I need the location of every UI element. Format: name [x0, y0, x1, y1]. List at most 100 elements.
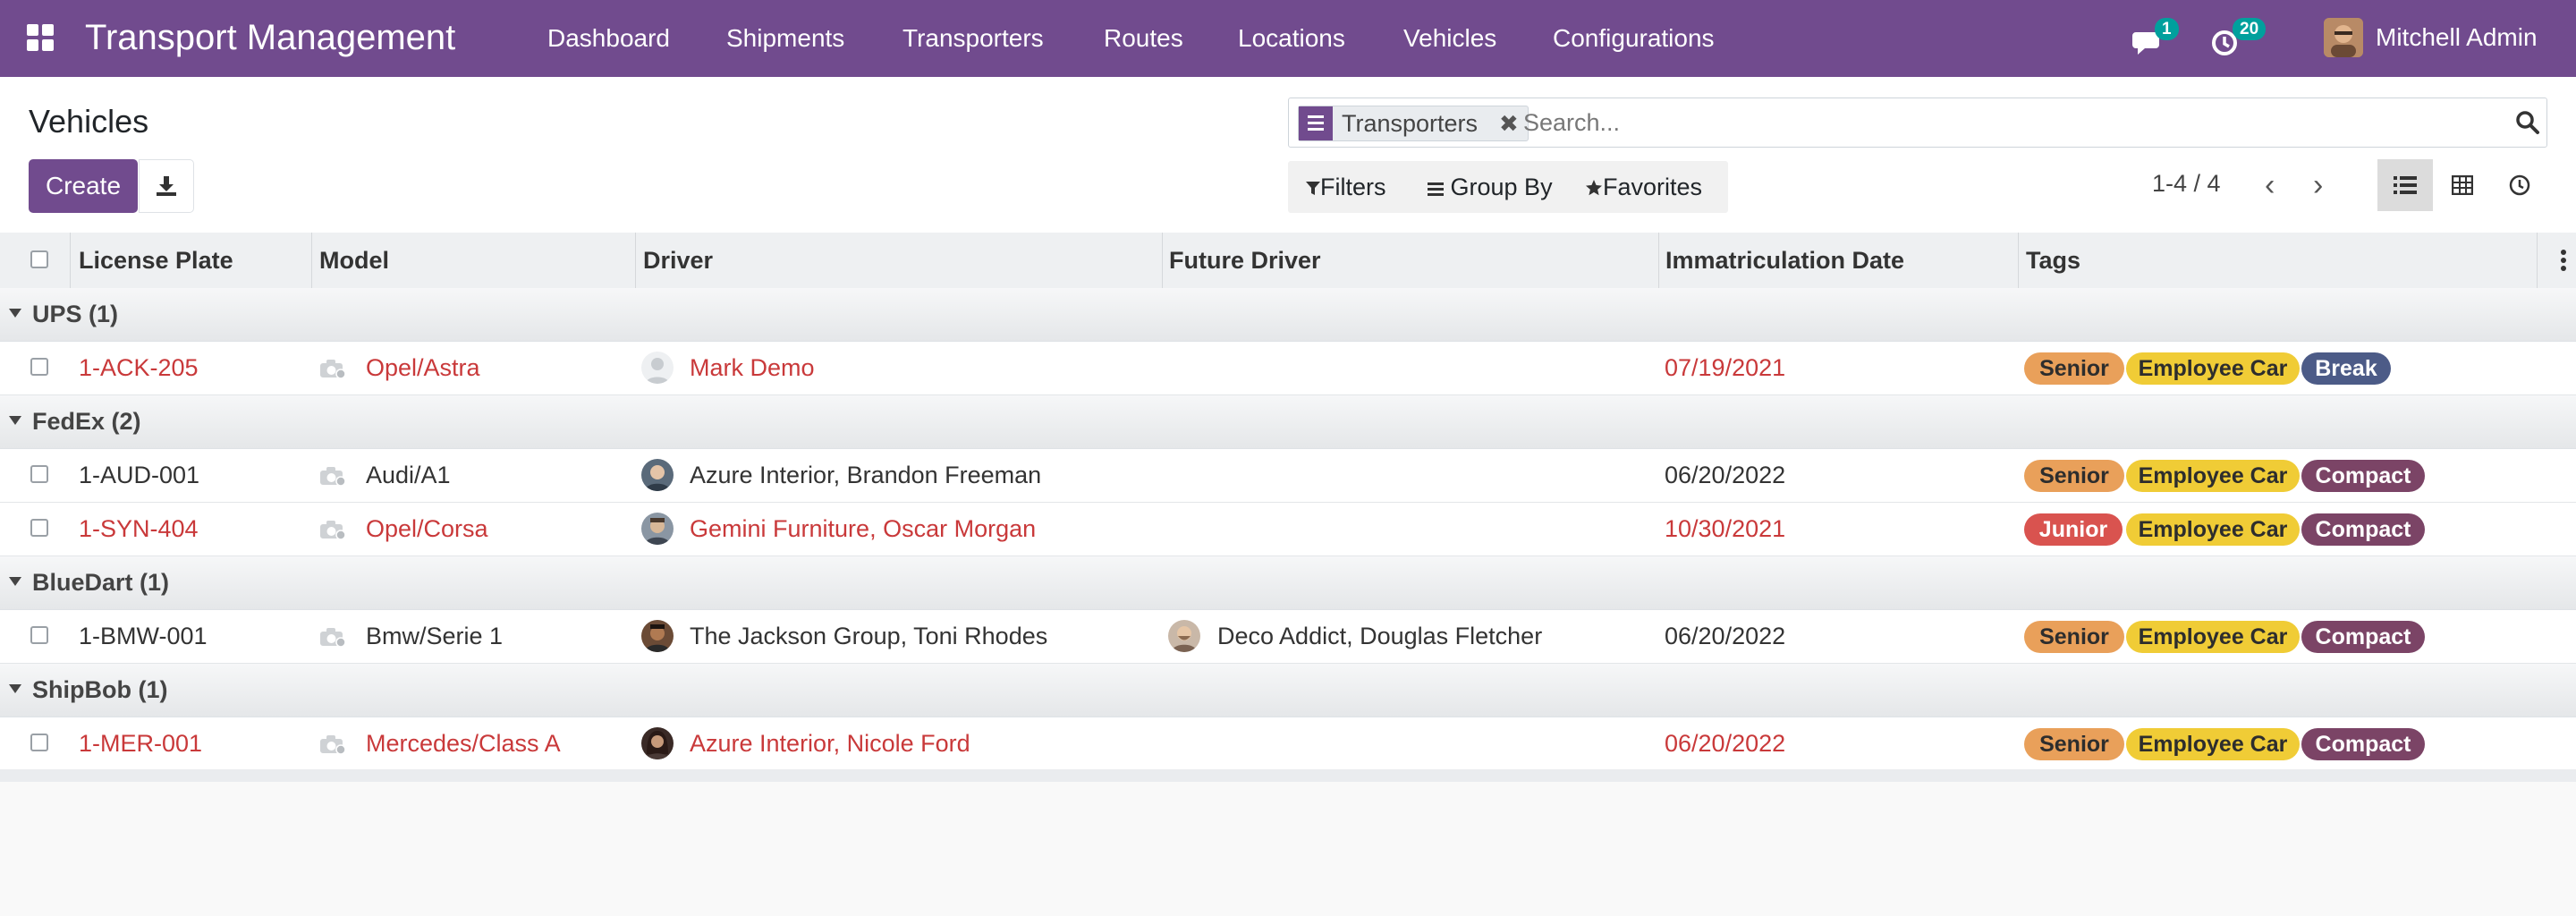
- menu-transporters[interactable]: Transporters: [902, 23, 1044, 54]
- camera-icon: [320, 628, 346, 648]
- license-plate-cell: 1-ACK-205: [79, 354, 199, 381]
- messages-button[interactable]: 1: [2132, 18, 2186, 59]
- tag-senior: Senior: [2024, 728, 2124, 760]
- facet-remove-icon[interactable]: ✖: [1499, 108, 1519, 139]
- bars-icon: [1428, 182, 1444, 196]
- tag-employee-car: Employee Car: [2126, 621, 2300, 653]
- date-cell: 10/30/2021: [1665, 515, 1786, 542]
- tag-break: Break: [2301, 352, 2391, 385]
- row-checkbox[interactable]: [30, 358, 48, 376]
- select-all-checkbox[interactable]: [30, 250, 48, 268]
- tag-compact: Compact: [2301, 728, 2425, 760]
- table-row[interactable]: 1-ACK-205 Opel/Astra Mark Demo 07/19/202…: [0, 342, 2576, 395]
- driver-cell: Azure Interior, Nicole Ford: [690, 730, 970, 757]
- license-plate-cell: 1-AUD-001: [79, 462, 200, 488]
- search-box: Transporters ✖: [1288, 98, 2547, 148]
- tag-employee-car: Employee Car: [2126, 352, 2300, 385]
- activities-button[interactable]: 20: [2211, 18, 2283, 59]
- menu-vehicles[interactable]: Vehicles: [1403, 23, 1496, 54]
- driver-cell: The Jackson Group, Toni Rhodes: [690, 623, 1048, 649]
- group-label: UPS (1): [32, 301, 119, 327]
- tag-compact: Compact: [2301, 513, 2425, 546]
- apps-grid-icon[interactable]: [27, 24, 55, 53]
- menu-routes[interactable]: Routes: [1104, 23, 1183, 54]
- column-license-plate[interactable]: License Plate: [79, 245, 233, 276]
- pager-previous[interactable]: ‹: [2265, 170, 2275, 200]
- group-by-button[interactable]: Group By: [1428, 172, 1553, 202]
- kebab-icon[interactable]: [2560, 249, 2567, 272]
- column-immatriculation-date[interactable]: Immatriculation Date: [1665, 245, 1904, 276]
- page-title: Vehicles: [29, 103, 149, 140]
- create-button[interactable]: Create: [29, 159, 138, 213]
- tag-compact: Compact: [2301, 460, 2425, 492]
- view-switcher: [2377, 159, 2547, 211]
- column-tags[interactable]: Tags: [2026, 245, 2080, 276]
- camera-icon: [320, 467, 346, 487]
- tag-senior: Senior: [2024, 352, 2124, 385]
- driver-cell: Mark Demo: [690, 354, 815, 381]
- caret-down-icon: [9, 416, 21, 425]
- group-row-shipbob[interactable]: ShipBob (1): [0, 664, 2576, 717]
- model-cell: Opel/Corsa: [366, 515, 488, 542]
- control-panel: Vehicles Create Transporters ✖ Filters G…: [0, 77, 2576, 233]
- row-checkbox[interactable]: [30, 734, 48, 751]
- export-button[interactable]: [139, 159, 194, 213]
- favorites-button[interactable]: Favorites: [1585, 172, 1702, 202]
- menu-configurations[interactable]: Configurations: [1553, 23, 1715, 54]
- model-cell: Bmw/Serie 1: [366, 623, 504, 649]
- row-checkbox[interactable]: [30, 465, 48, 483]
- list-view-button[interactable]: [2377, 159, 2433, 211]
- list-footer: [0, 769, 2576, 782]
- pivot-view-button[interactable]: [2435, 159, 2490, 211]
- filters-button[interactable]: Filters: [1306, 172, 1386, 202]
- future-driver-avatar: [1168, 620, 1200, 652]
- date-cell: 06/20/2022: [1665, 623, 1786, 649]
- user-avatar[interactable]: [2324, 18, 2363, 57]
- search-options: Filters Group By Favorites: [1288, 161, 1728, 213]
- group-by-label: Group By: [1450, 174, 1553, 200]
- messages-badge: 1: [2155, 18, 2179, 40]
- tag-compact: Compact: [2301, 621, 2425, 653]
- model-cell: Mercedes/Class A: [366, 730, 561, 757]
- column-driver[interactable]: Driver: [643, 245, 713, 276]
- license-plate-cell: 1-BMW-001: [79, 623, 208, 649]
- date-cell: 06/20/2022: [1665, 462, 1786, 488]
- license-plate-cell: 1-MER-001: [79, 730, 203, 757]
- table-row[interactable]: 1-AUD-001 Audi/A1 Azure Interior, Brando…: [0, 449, 2576, 503]
- table-row[interactable]: 1-SYN-404 Opel/Corsa Gemini Furniture, O…: [0, 503, 2576, 556]
- date-cell: 07/19/2021: [1665, 354, 1786, 381]
- pager-value[interactable]: 1-4 / 4: [2152, 168, 2221, 199]
- funnel-icon: [1306, 182, 1320, 195]
- driver-avatar: [641, 727, 674, 759]
- user-name[interactable]: Mitchell Admin: [2376, 22, 2538, 53]
- driver-avatar: [641, 513, 674, 545]
- group-row-bluedart[interactable]: BlueDart (1): [0, 556, 2576, 610]
- driver-cell: Gemini Furniture, Oscar Morgan: [690, 515, 1037, 542]
- list-header: License Plate Model Driver Future Driver…: [0, 233, 2576, 289]
- menu-locations[interactable]: Locations: [1238, 23, 1345, 54]
- driver-avatar: [641, 352, 674, 384]
- search-icon[interactable]: [2515, 110, 2540, 135]
- pager-next[interactable]: ›: [2313, 170, 2323, 200]
- menu-dashboard[interactable]: Dashboard: [547, 23, 670, 54]
- star-icon: [1586, 180, 1602, 196]
- column-model[interactable]: Model: [319, 245, 389, 276]
- model-cell: Opel/Astra: [366, 354, 480, 381]
- activity-view-button[interactable]: [2492, 159, 2547, 211]
- activities-badge: 20: [2233, 18, 2267, 40]
- tag-senior: Senior: [2024, 621, 2124, 653]
- table-row[interactable]: 1-BMW-001 Bmw/Serie 1 The Jackson Group,…: [0, 610, 2576, 664]
- row-checkbox[interactable]: [30, 626, 48, 644]
- activity-view-icon: [2509, 174, 2530, 196]
- group-row-fedex[interactable]: FedEx (2): [0, 395, 2576, 449]
- camera-icon: [320, 735, 346, 755]
- search-input[interactable]: [1523, 106, 2489, 140]
- group-label: FedEx (2): [32, 408, 141, 435]
- app-title[interactable]: Transport Management: [85, 16, 455, 59]
- table-row[interactable]: 1-MER-001 Mercedes/Class A Azure Interio…: [0, 717, 2576, 771]
- transporters-facet: Transporters ✖: [1298, 106, 1529, 141]
- column-future-driver[interactable]: Future Driver: [1169, 245, 1321, 276]
- group-row-ups[interactable]: UPS (1): [0, 288, 2576, 342]
- row-checkbox[interactable]: [30, 519, 48, 537]
- menu-shipments[interactable]: Shipments: [726, 23, 844, 54]
